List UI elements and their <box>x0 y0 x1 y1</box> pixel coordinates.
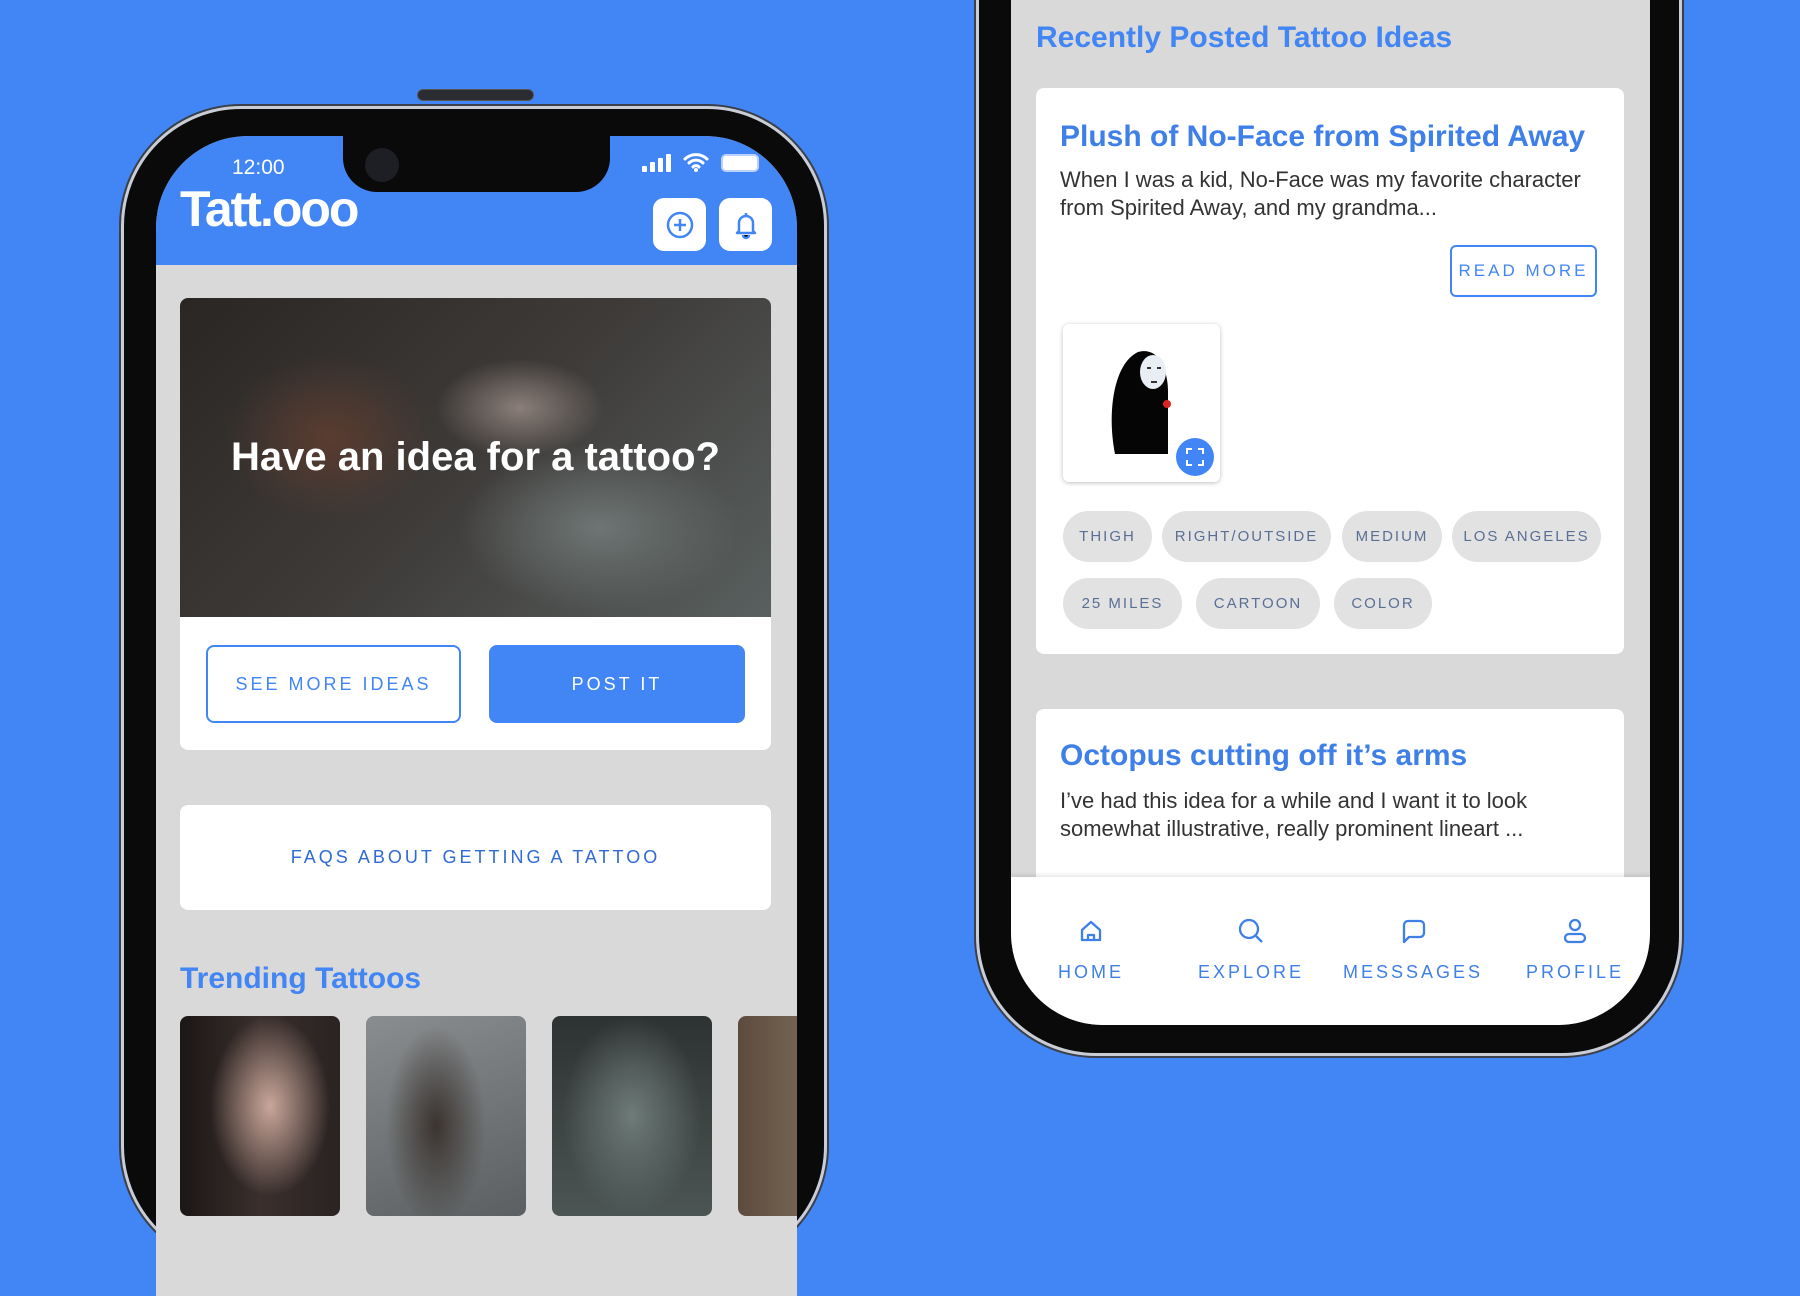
speaker <box>417 89 534 101</box>
app-logo: Tatt.ooo <box>180 181 359 237</box>
tag[interactable]: COLOR <box>1334 578 1432 629</box>
post-desc: When I was a kid, No-Face was my favorit… <box>1060 167 1581 220</box>
bottom-nav: HOME EXPLORE MESSSAGES PROFILE <box>1011 877 1650 1025</box>
faq-button[interactable]: FAQS ABOUT GETTING A TATTOO <box>180 805 771 910</box>
app-header: 12:00 Tatt.ooo <box>156 136 797 265</box>
post-title[interactable]: Plush of No-Face from Spirited Away <box>1060 120 1585 154</box>
trending-thumb[interactable] <box>180 1016 340 1216</box>
tag[interactable]: LOS ANGELES <box>1452 511 1601 562</box>
hero-image: Have an idea for a tattoo? <box>180 298 771 617</box>
nav-explore[interactable]: EXPLORE <box>1171 917 1331 983</box>
add-post-button[interactable] <box>653 198 706 251</box>
camera <box>365 148 399 182</box>
trending-title: Trending Tattoos <box>180 962 422 995</box>
hero-card: Have an idea for a tattoo? SEE MORE IDEA… <box>180 298 771 750</box>
tag[interactable]: RIGHT/OUTSIDE <box>1162 511 1331 562</box>
read-more-button[interactable]: READ MORE <box>1450 245 1597 297</box>
nav-profile[interactable]: PROFILE <box>1495 917 1650 983</box>
nav-label: PROFILE <box>1525 962 1625 982</box>
battery-icon <box>721 154 759 172</box>
trending-thumb[interactable] <box>366 1016 526 1216</box>
nav-label: EXPLORE <box>1197 962 1305 982</box>
hero-headline: Have an idea for a tattoo? <box>231 435 720 479</box>
status-icons <box>642 152 759 172</box>
user-icon <box>1563 918 1587 944</box>
home-screen: 12:00 Tatt.ooo Have an idea for a tattoo… <box>156 136 797 1296</box>
feed-screen: Recently Posted Tattoo Ideas Plush of No… <box>1011 0 1650 1025</box>
signal-icon <box>642 154 671 172</box>
trending-thumb[interactable] <box>738 1016 797 1216</box>
search-icon <box>1238 918 1263 943</box>
tag[interactable]: THIGH <box>1063 511 1152 562</box>
post-image[interactable] <box>1063 324 1220 482</box>
wifi-icon <box>683 153 709 172</box>
nav-messages[interactable]: MESSSAGES <box>1333 917 1493 983</box>
phone-home: 12:00 Tatt.ooo Have an idea for a tattoo… <box>121 89 827 1296</box>
expand-icon <box>1186 448 1204 466</box>
nav-label: MESSSAGES <box>1342 962 1484 982</box>
message-icon <box>1402 919 1426 944</box>
recent-heading: Recently Posted Tattoo Ideas <box>1036 21 1453 54</box>
notifications-button[interactable] <box>719 198 772 251</box>
trending-thumb[interactable] <box>552 1016 712 1216</box>
post-it-button[interactable]: POST IT <box>489 645 745 723</box>
bell-icon <box>735 212 756 239</box>
notch <box>343 136 610 192</box>
expand-button[interactable] <box>1176 438 1214 476</box>
status-time: 12:00 <box>232 156 285 179</box>
nav-label: HOME <box>1058 962 1124 982</box>
post-card: Plush of No-Face from Spirited Away When… <box>1036 88 1624 654</box>
tag[interactable]: MEDIUM <box>1342 511 1442 562</box>
see-more-ideas-button[interactable]: SEE MORE IDEAS <box>206 645 461 723</box>
tag[interactable]: 25 MILES <box>1063 578 1182 629</box>
home-icon <box>1080 920 1102 942</box>
tag[interactable]: CARTOON <box>1196 578 1320 629</box>
phone-feed: Recently Posted Tattoo Ideas Plush of No… <box>976 0 1682 1056</box>
plus-circle-icon <box>666 211 693 238</box>
post-desc: I’ve had this idea for a while and I wan… <box>1060 788 1528 841</box>
post-title[interactable]: Octopus cutting off it’s arms <box>1060 739 1467 773</box>
nav-home[interactable]: HOME <box>1011 917 1171 983</box>
